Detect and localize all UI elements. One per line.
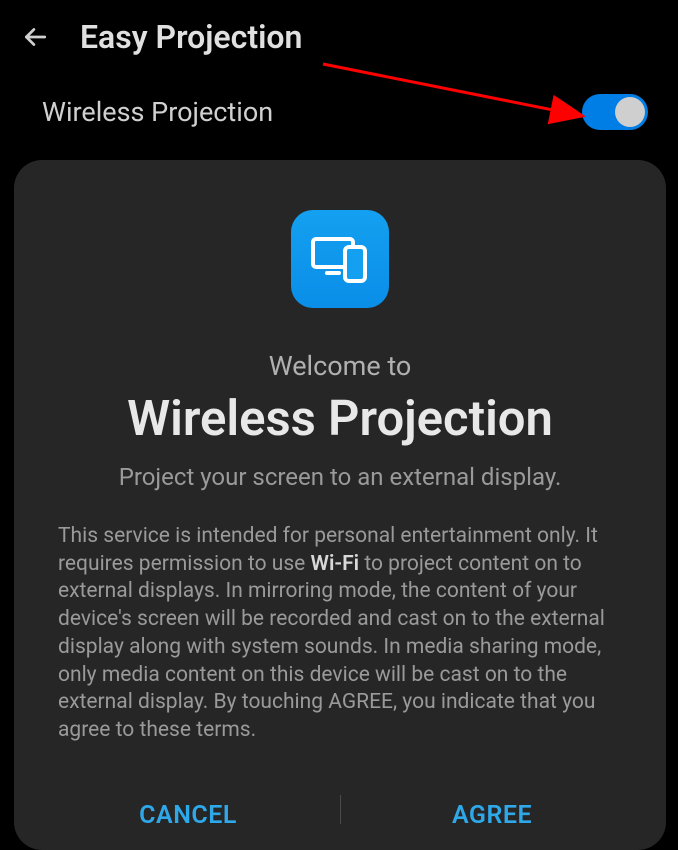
dialog-subtitle: Project your screen to an external displ… <box>119 463 562 491</box>
welcome-text: Welcome to <box>269 350 412 382</box>
toggle-knob <box>615 97 645 127</box>
dialog-button-row: CANCEL AGREE <box>36 777 644 850</box>
wireless-projection-toggle[interactable] <box>582 94 648 130</box>
back-icon[interactable] <box>20 22 50 52</box>
wireless-projection-icon <box>291 210 389 308</box>
dialog-title: Wireless Projection <box>127 390 553 447</box>
wireless-projection-dialog: Welcome to Wireless Projection Project y… <box>14 160 666 850</box>
desc-bold-wifi: Wi-Fi <box>311 552 360 576</box>
wireless-projection-toggle-row: Wireless Projection <box>0 74 678 150</box>
desc-text-2: to project content on to external displa… <box>58 552 605 742</box>
cancel-button[interactable]: CANCEL <box>36 801 340 830</box>
dialog-description: This service is intended for personal en… <box>36 523 644 745</box>
wireless-projection-toggle-label: Wireless Projection <box>42 96 273 128</box>
page-title: Easy Projection <box>80 18 302 56</box>
agree-button[interactable]: AGREE <box>340 801 644 830</box>
